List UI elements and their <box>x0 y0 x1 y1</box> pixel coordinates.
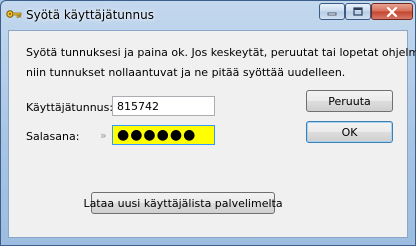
ok-button[interactable]: OK <box>306 121 393 143</box>
window-title: Syötä käyttäjätunnus <box>26 8 154 22</box>
password-field[interactable]: ●●●●●● <box>112 125 215 145</box>
close-button[interactable] <box>371 3 413 20</box>
password-indicator-icon: » <box>100 129 107 142</box>
username-field[interactable] <box>112 96 215 116</box>
close-icon <box>386 6 398 17</box>
title-bar[interactable]: Syötä käyttäjätunnus <box>1 1 415 29</box>
username-label: Käyttäjätunnus: <box>26 101 114 114</box>
instruction-line-2: niin tunnukset nollaantuvat ja ne pitää … <box>26 66 346 79</box>
password-mask: ●●●●●● <box>117 127 197 143</box>
minimize-button[interactable] <box>319 3 345 20</box>
maximize-icon <box>353 7 363 16</box>
cancel-button[interactable]: Peruuta <box>306 90 393 112</box>
maximize-button[interactable] <box>345 3 371 20</box>
login-dialog: Syötä käyttäjätunnus Syötä tunnuksesi ja… <box>0 0 416 246</box>
dialog-body: Syötä tunnuksesi ja paina ok. Jos keskey… <box>8 30 416 238</box>
password-label: Salasana: <box>26 130 80 143</box>
instruction-line-1: Syötä tunnuksesi ja paina ok. Jos keskey… <box>26 46 416 59</box>
instructions: Syötä tunnuksesi ja paina ok. Jos keskey… <box>26 43 416 83</box>
reload-user-list-button[interactable]: Lataa uusi käyttäjälista palvelimelta <box>83 192 283 214</box>
key-icon <box>6 10 22 18</box>
minimize-icon <box>327 12 337 15</box>
